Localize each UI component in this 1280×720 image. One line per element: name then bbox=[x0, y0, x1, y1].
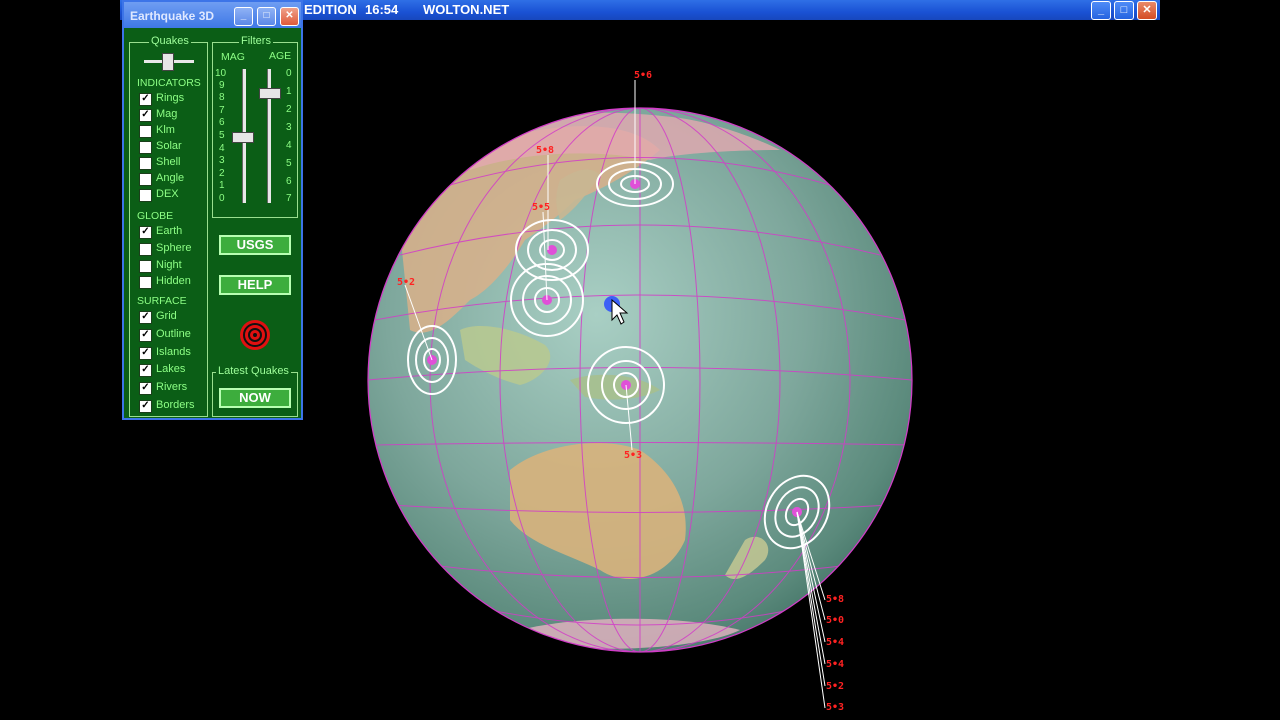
panel-title: Earthquake 3D bbox=[130, 9, 215, 23]
rings-checkbox[interactable]: ✓ bbox=[139, 93, 152, 106]
angle-checkbox[interactable] bbox=[139, 173, 152, 186]
night-checkbox[interactable] bbox=[139, 260, 152, 273]
quake-label: 5•2 bbox=[826, 681, 844, 692]
grid-checkbox[interactable]: ✓ bbox=[139, 311, 152, 324]
borders-checkbox[interactable]: ✓ bbox=[139, 400, 152, 413]
hidden-checkbox[interactable] bbox=[139, 276, 152, 289]
lakes-label: Lakes bbox=[156, 363, 186, 375]
filters-group: Filters MAG AGE 10 9 8 7 6 5 4 3 2 1 0 0… bbox=[212, 35, 298, 218]
hidden-label: Hidden bbox=[156, 275, 191, 287]
mag-tick: 6 bbox=[219, 117, 225, 128]
sphere-label: Sphere bbox=[156, 242, 192, 254]
outline-label: Outline bbox=[156, 328, 191, 340]
outline-checkbox[interactable]: ✓ bbox=[139, 329, 152, 342]
solar-checkbox[interactable] bbox=[139, 141, 152, 154]
dex-label: DEX bbox=[156, 188, 179, 200]
clock-time: 16:54 bbox=[365, 2, 399, 17]
close-button[interactable]: ✕ bbox=[1137, 1, 1157, 20]
panel-close-button[interactable]: ✕ bbox=[280, 7, 299, 26]
earth-checkbox[interactable]: ✓ bbox=[139, 226, 152, 239]
quake-label: 5•3 bbox=[624, 450, 642, 461]
shell-checkbox[interactable] bbox=[139, 157, 152, 170]
solar-label: Solar bbox=[156, 140, 182, 152]
mag-tick: 5 bbox=[219, 130, 225, 141]
age-tick: 1 bbox=[286, 86, 292, 97]
mag-tick: 2 bbox=[219, 168, 225, 179]
usgs-button[interactable]: USGS bbox=[219, 235, 291, 255]
help-button[interactable]: HELP bbox=[219, 275, 291, 295]
quake-label: 5•5 bbox=[532, 202, 550, 213]
now-button[interactable]: NOW bbox=[219, 388, 291, 408]
age-filter-label: AGE bbox=[269, 50, 292, 62]
mag-tick: 0 bbox=[219, 193, 225, 204]
target-icon[interactable] bbox=[238, 318, 272, 352]
quake-label: 5•4 bbox=[826, 659, 844, 670]
quakes-group-label: Quakes bbox=[149, 35, 191, 47]
panel-minimize-button[interactable]: _ bbox=[234, 7, 253, 26]
mag-slider-thumb[interactable] bbox=[232, 132, 254, 143]
islands-checkbox[interactable]: ✓ bbox=[139, 347, 152, 360]
mag-tick: 8 bbox=[219, 92, 225, 103]
quake-label: 5•8 bbox=[536, 145, 554, 156]
surface-header: SURFACE bbox=[137, 295, 187, 307]
globe bbox=[367, 107, 913, 653]
app-title-text: EDITION bbox=[304, 2, 357, 17]
mag-tick: 9 bbox=[219, 80, 225, 91]
lakes-checkbox[interactable]: ✓ bbox=[139, 364, 152, 377]
rings-label: Rings bbox=[156, 92, 185, 104]
age-tick: 7 bbox=[286, 193, 292, 204]
rivers-checkbox[interactable]: ✓ bbox=[139, 382, 152, 395]
mag-label: Mag bbox=[156, 108, 178, 120]
earth-label: Earth bbox=[156, 225, 183, 237]
quakes-size-slider-thumb[interactable] bbox=[162, 53, 174, 71]
panel-maximize-button[interactable]: □ bbox=[257, 7, 276, 26]
age-tick: 3 bbox=[286, 122, 292, 133]
site-name: WOLTON.NET bbox=[423, 2, 510, 17]
panel-titlebar[interactable]: Earthquake 3D _ □ ✕ bbox=[124, 2, 301, 28]
mag-checkbox[interactable]: ✓ bbox=[139, 109, 152, 122]
maximize-button[interactable]: □ bbox=[1114, 1, 1134, 20]
rivers-label: Rivers bbox=[156, 381, 188, 393]
klm-label: Klm bbox=[156, 124, 175, 136]
age-tick: 6 bbox=[286, 176, 292, 187]
grid-label: Grid bbox=[156, 310, 177, 322]
mag-tick: 7 bbox=[219, 105, 225, 116]
quake-label: 5•8 bbox=[826, 594, 844, 605]
quakes-group: Quakes INDICATORS ✓ Rings ✓ Mag Klm Sola… bbox=[129, 35, 208, 417]
quake-label: 5•3 bbox=[826, 702, 844, 713]
quake-label: 5•6 bbox=[634, 70, 652, 81]
quake-label: 5•2 bbox=[397, 277, 415, 288]
angle-label: Angle bbox=[156, 172, 185, 184]
age-tick: 0 bbox=[286, 68, 292, 79]
earthquake-control-panel: Earthquake 3D _ □ ✕ Quakes INDICATORS ✓ … bbox=[122, 0, 303, 420]
mag-tick: 1 bbox=[219, 180, 225, 191]
age-tick: 2 bbox=[286, 104, 292, 115]
age-tick: 4 bbox=[286, 140, 292, 151]
quake-label: 5•0 bbox=[826, 615, 844, 626]
islands-label: Islands bbox=[156, 346, 191, 358]
mag-tick: 4 bbox=[219, 143, 225, 154]
latest-quakes-label: Latest Quakes bbox=[216, 365, 291, 377]
mag-tick: 3 bbox=[219, 155, 225, 166]
shell-label: Shell bbox=[156, 156, 181, 168]
age-tick: 5 bbox=[286, 158, 292, 169]
klm-checkbox[interactable] bbox=[139, 125, 152, 138]
mag-filter-label: MAG bbox=[221, 51, 245, 63]
sphere-checkbox[interactable] bbox=[139, 243, 152, 256]
globe-header: GLOBE bbox=[137, 210, 174, 222]
dex-checkbox[interactable] bbox=[139, 189, 152, 202]
borders-label: Borders bbox=[156, 399, 195, 411]
age-slider-thumb[interactable] bbox=[259, 88, 281, 99]
indicators-header: INDICATORS bbox=[137, 77, 201, 89]
night-label: Night bbox=[156, 259, 182, 271]
quake-label: 5•4 bbox=[826, 637, 844, 648]
latest-quakes-group: Latest Quakes NOW bbox=[212, 365, 298, 417]
mag-tick: 10 bbox=[215, 68, 227, 79]
minimize-button[interactable]: _ bbox=[1091, 1, 1111, 20]
filters-group-label: Filters bbox=[239, 35, 273, 47]
